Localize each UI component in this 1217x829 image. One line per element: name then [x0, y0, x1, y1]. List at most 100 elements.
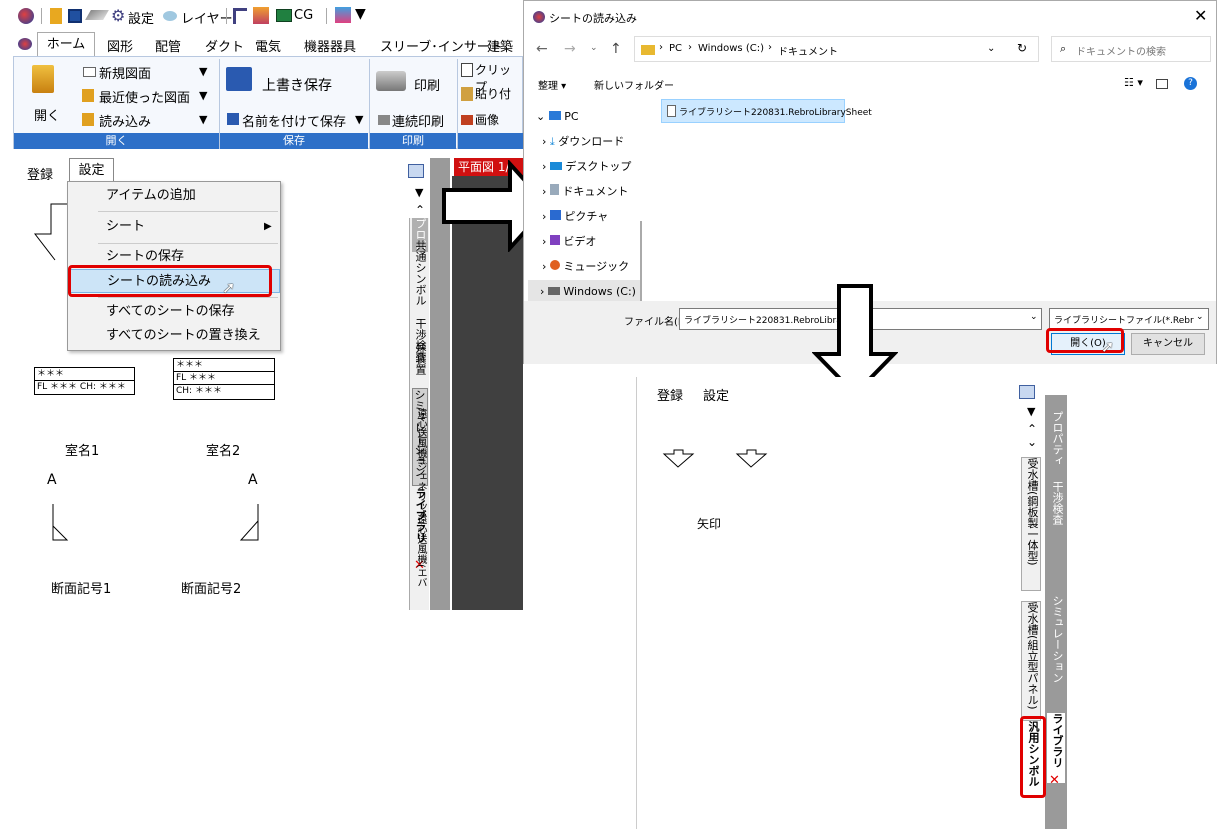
chevron-down-icon[interactable]: ▼	[355, 113, 363, 126]
tree-item-music[interactable]: › ミュージック	[542, 255, 629, 279]
chevron-down-icon[interactable]: ⌄	[1196, 312, 1204, 322]
tab-water-tank-1[interactable]: 受水槽(鋼板製一体型)	[1021, 457, 1041, 591]
preview-pane-icon[interactable]	[1156, 79, 1168, 89]
tab-settings[interactable]: 設定	[703, 385, 729, 404]
section-symbol-2[interactable]: 断面記号2	[181, 578, 241, 597]
print-button[interactable]: 印刷	[414, 75, 440, 94]
tab-interference[interactable]: 干渉検査	[1047, 481, 1065, 571]
tree-item-desktop[interactable]: › デスクトップ	[542, 155, 631, 179]
room-name-1[interactable]: 室名1	[65, 440, 99, 459]
arrow-symbol-1[interactable]	[662, 449, 695, 468]
gear-icon[interactable]: ⚙	[111, 6, 125, 25]
tree-item-pc[interactable]: ⌄ PC	[536, 105, 579, 129]
section-label-a-1[interactable]: A	[47, 472, 57, 488]
figure-icon[interactable]	[253, 7, 269, 24]
load-button[interactable]: 読み込み	[99, 111, 151, 130]
tab-duct[interactable]: ダクト	[205, 36, 244, 55]
chevron-down-icon[interactable]: ⌄	[987, 43, 995, 54]
forward-icon[interactable]: →	[564, 41, 576, 57]
new-drawing-icon[interactable]	[83, 67, 96, 77]
tab-sleeve[interactable]: スリーブ･インサート	[380, 36, 503, 55]
export-icon[interactable]	[335, 7, 351, 23]
save-as-icon[interactable]	[227, 113, 239, 125]
file-type-select[interactable]: ライブラリシートファイル(*.RebroLibr ⌄	[1049, 308, 1209, 330]
breadcrumb-docs[interactable]: ドキュメント	[778, 43, 838, 58]
tab-register[interactable]: 登録	[657, 385, 683, 404]
recent-icon[interactable]	[82, 89, 94, 102]
cancel-button[interactable]: キャンセル	[1131, 333, 1205, 355]
chevron-down-icon[interactable]: ▼	[199, 113, 207, 126]
tree-item-videos[interactable]: › ビデオ	[542, 230, 596, 254]
tab-electric[interactable]: 電気	[255, 36, 281, 55]
image-icon[interactable]	[461, 115, 473, 125]
image-button[interactable]: 画像	[475, 111, 499, 128]
nav-scrollbar[interactable]	[640, 221, 642, 301]
close-icon[interactable]: ✕	[1049, 773, 1060, 788]
new-drawing-button[interactable]: 新規図面	[99, 63, 151, 82]
section-label-a-2[interactable]: A	[248, 472, 258, 488]
tab-valve-device[interactable]: 弁装置	[412, 342, 428, 386]
section-mark-left[interactable]	[52, 504, 69, 541]
layer-label[interactable]: レイヤー	[181, 8, 233, 27]
help-icon[interactable]: ?	[1184, 77, 1197, 90]
pen-icon[interactable]	[85, 10, 109, 20]
room-name-2[interactable]: 室名2	[206, 440, 240, 459]
tab-property[interactable]: プロパティ	[1047, 411, 1065, 477]
tab-shapes[interactable]: 図形	[107, 36, 133, 55]
arrow-symbol[interactable]	[33, 203, 68, 261]
continuous-print-button[interactable]: 連続印刷	[392, 111, 444, 130]
menu-item-add-item[interactable]: アイテムの追加	[68, 184, 280, 208]
printer-icon[interactable]	[376, 71, 406, 91]
breadcrumb-pc[interactable]: PC	[669, 43, 682, 54]
tab-register[interactable]: 登録	[27, 164, 53, 183]
scroll-up-icon[interactable]: ⌃	[415, 203, 425, 217]
panel-menu-icon[interactable]	[408, 164, 424, 178]
scroll-down-icon[interactable]: ▼	[415, 186, 423, 199]
tab-water-tank-2[interactable]: 受水槽(組立型パネル)	[1021, 601, 1041, 721]
cg-label[interactable]: CG	[294, 8, 313, 23]
back-icon[interactable]: ←	[536, 41, 548, 57]
tree-item-pictures[interactable]: › ピクチャ	[542, 205, 608, 229]
load-icon[interactable]	[82, 113, 94, 126]
chevron-down-icon[interactable]: ⌄	[1030, 312, 1038, 322]
settings-label[interactable]: 設定	[128, 8, 154, 27]
tab-simulation[interactable]: シミュレーション	[1047, 595, 1065, 705]
tree-item-documents[interactable]: › ドキュメント	[542, 180, 628, 204]
section-mark-right[interactable]	[239, 504, 259, 541]
new-folder-button[interactable]: 新しいフォルダー	[594, 77, 674, 92]
file-item[interactable]: ライブラリシート220831.RebroLibrarySheet	[661, 99, 872, 123]
tree-item-downloads[interactable]: › ⤓ ダウンロード	[542, 130, 624, 154]
search-input[interactable]: ⌕ ドキュメントの検索	[1051, 36, 1211, 62]
menu-item-replace-all[interactable]: すべてのシートの置き換え	[68, 324, 280, 348]
app-menu-icon[interactable]	[18, 38, 32, 50]
image-icon[interactable]	[276, 9, 292, 22]
folder-large-icon[interactable]	[32, 65, 54, 93]
save-icon[interactable]	[68, 9, 82, 23]
room-tag-box-2[interactable]: ＊＊＊ FL ＊＊＊ CH: ＊＊＊	[173, 358, 275, 400]
open-button[interactable]: 開く	[34, 105, 60, 124]
section-symbol-1[interactable]: 断面記号1	[51, 578, 111, 597]
save-as-button[interactable]: 名前を付けて保存	[242, 111, 346, 130]
arrow-symbol-2[interactable]	[735, 449, 768, 468]
item-label-arrow[interactable]: 矢印	[697, 515, 721, 532]
layer-icon[interactable]	[163, 11, 177, 21]
refresh-icon[interactable]: ↻	[1017, 41, 1027, 55]
folder-open-icon[interactable]	[50, 8, 62, 24]
chevron-down-icon[interactable]: ▼	[199, 65, 207, 78]
paste-button[interactable]: 貼り付	[475, 85, 511, 102]
view-options-icon[interactable]: ☷ ▾	[1124, 76, 1143, 89]
address-bar[interactable]: › PC › Windows (C:) › ドキュメント ⌄ ↻	[634, 36, 1039, 62]
menu-item-save-all[interactable]: すべてのシートの保存	[68, 300, 280, 324]
tab-building[interactable]: 建築	[487, 36, 513, 55]
save-large-icon[interactable]	[226, 67, 252, 91]
tab-equipment[interactable]: 機器器具	[304, 36, 356, 55]
up-icon[interactable]: ↑	[610, 41, 622, 57]
menu-item-sheet[interactable]: シート	[68, 215, 280, 239]
recent-button[interactable]: 最近使った図面	[99, 87, 190, 106]
chevron-down-icon[interactable]: ▼	[355, 6, 366, 22]
room-tag-box-1[interactable]: ＊＊＊ FL ＊＊＊ CH: ＊＊＊	[34, 367, 135, 395]
ruler-icon[interactable]	[233, 8, 247, 24]
close-icon[interactable]: ✕	[1194, 6, 1207, 25]
overwrite-save-button[interactable]: 上書き保存	[262, 75, 332, 95]
chevron-down-icon[interactable]: ▼	[199, 89, 207, 102]
